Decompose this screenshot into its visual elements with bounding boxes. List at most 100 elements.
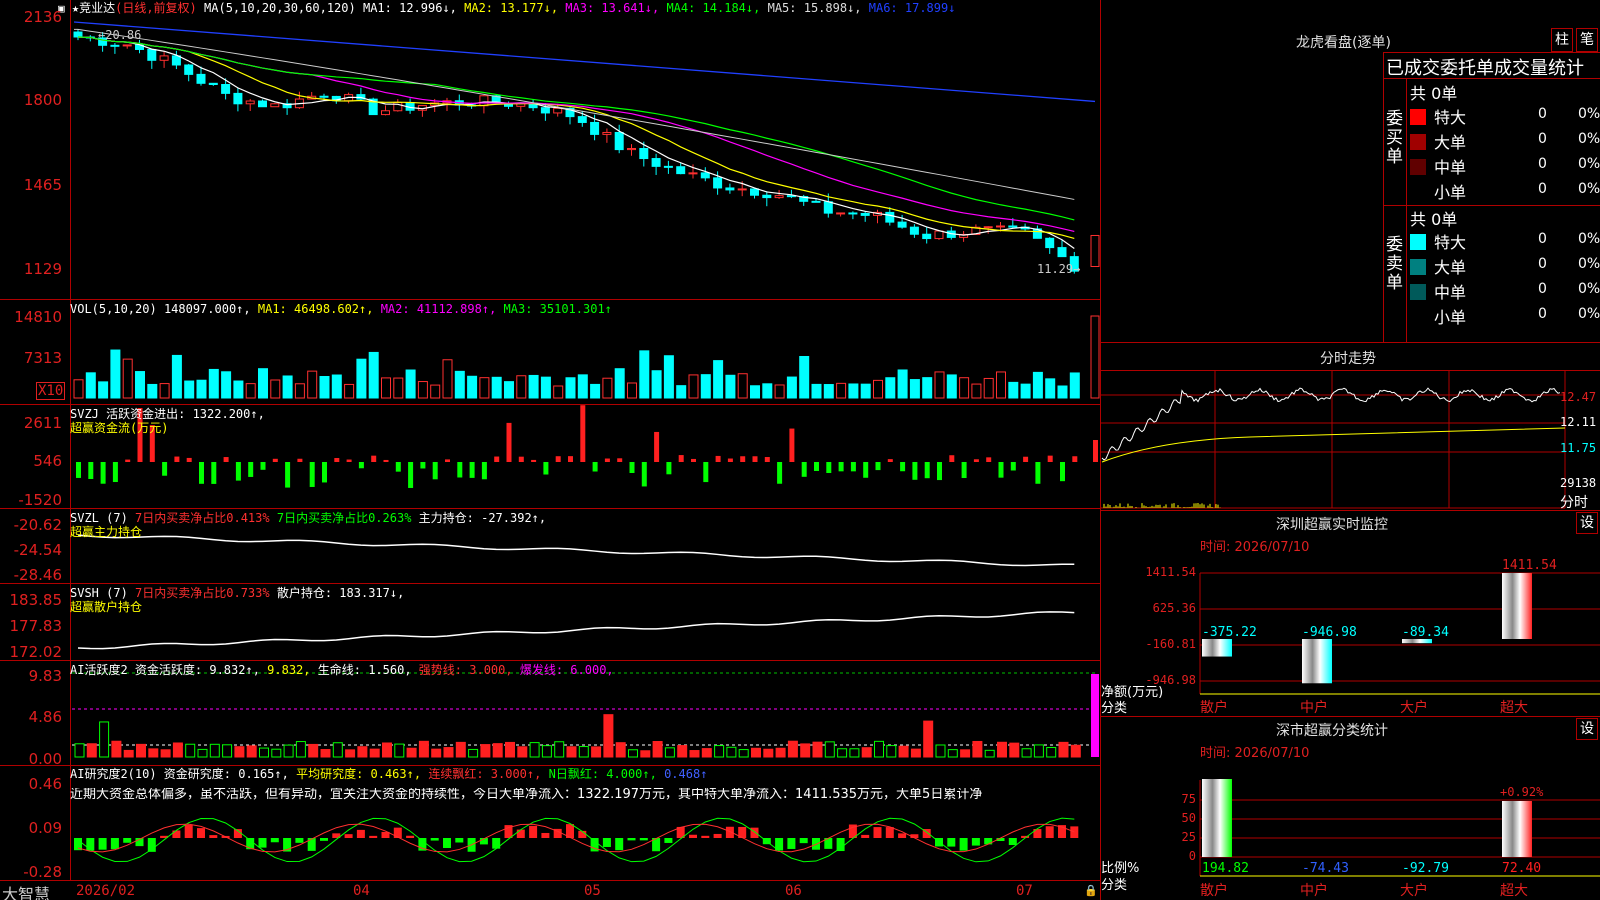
lock-icon[interactable]: 🔒 xyxy=(1084,884,1098,897)
svsh-tick: 183.85 xyxy=(9,591,63,609)
buy-row-count: 0 xyxy=(1538,131,1547,147)
app-logo-text[interactable]: 大智慧 xyxy=(2,881,50,900)
period-label[interactable]: (日线,前复权) xyxy=(115,1,197,15)
svzj-bar xyxy=(961,462,967,479)
vol-bar xyxy=(417,381,428,399)
low-marker: 11.29→ xyxy=(1037,262,1081,276)
ai2-bar xyxy=(984,838,993,845)
candle-body xyxy=(479,95,489,107)
vol-bar xyxy=(516,375,527,399)
candle-body xyxy=(553,107,563,114)
vol-bar xyxy=(811,383,822,399)
ai1-bar xyxy=(160,749,171,758)
vol-bar xyxy=(331,374,342,399)
ai1-bar xyxy=(259,747,269,758)
svzj-bar xyxy=(568,456,573,462)
sz-category: 大户 xyxy=(1400,700,1428,716)
price-tick: 1465 xyxy=(23,176,62,194)
svzj-bar xyxy=(125,459,131,462)
date-tick: 05 xyxy=(584,883,601,899)
svsh-header: SVSH (7) 7日内买卖净占比0.733% 散户持仓: 183.317↓, xyxy=(70,586,405,600)
svzj-subtitle: 超赢资金流(万元) xyxy=(70,421,169,435)
svzl-subtitle: 超赢主力持仓 xyxy=(70,525,143,539)
vol-bar xyxy=(159,383,170,399)
divider xyxy=(1383,52,1384,342)
svzl-tick: -20.62 xyxy=(13,516,62,534)
ai1-bar xyxy=(345,749,356,758)
vol-bar xyxy=(307,370,318,399)
buy-swatch xyxy=(1410,109,1426,125)
bar-mode-button[interactable]: 柱 xyxy=(1551,28,1573,52)
vol-bar xyxy=(270,379,281,399)
ai1-bar xyxy=(480,744,491,758)
ai1-bar xyxy=(320,749,331,758)
svzj-bar xyxy=(199,462,204,484)
candle-body xyxy=(922,233,932,240)
ai1-bar xyxy=(800,743,811,758)
vol-bar xyxy=(196,379,207,399)
candle-body xyxy=(184,64,194,75)
ss-bar xyxy=(1502,801,1532,857)
ai2-bar xyxy=(270,838,279,843)
ai1-bar xyxy=(172,742,183,758)
svzj-bar xyxy=(1072,456,1078,462)
buy-row-pct: 0% xyxy=(1578,156,1600,172)
ss-date: 时间: 2026/07/10 xyxy=(1200,746,1310,761)
svzj-bar xyxy=(641,462,647,487)
candle-body xyxy=(725,187,735,191)
vol-bar xyxy=(356,358,367,399)
sz-bar xyxy=(1502,573,1532,639)
sell-total: 共 0单 xyxy=(1410,210,1458,229)
sell-row-pct: 0% xyxy=(1578,306,1600,322)
ai1-bar xyxy=(529,742,540,758)
ss-settings-button[interactable]: 设 xyxy=(1576,718,1598,740)
ai2-bar xyxy=(1008,838,1017,846)
ai2-bar xyxy=(184,824,193,838)
sz-monitor-title: 深圳超赢实时监控 xyxy=(1276,517,1388,533)
date-tick: 06 xyxy=(785,883,802,899)
ai1-bar xyxy=(701,748,712,758)
candle-body xyxy=(171,55,181,66)
tick-mode-button[interactable]: 笔 xyxy=(1576,28,1598,52)
vol-bar xyxy=(454,370,465,399)
intraday-tick: 11.75 xyxy=(1560,441,1597,455)
svzj-bar xyxy=(875,462,881,471)
ai2-bar xyxy=(516,829,525,838)
sz-category: 超大 xyxy=(1500,700,1528,716)
ai1-bar xyxy=(664,747,675,758)
ss-tick: 75 xyxy=(1181,792,1196,806)
vol-bar xyxy=(528,374,539,399)
ss-category: 中户 xyxy=(1300,883,1328,899)
vol-bar xyxy=(737,373,748,399)
svzj-bar xyxy=(186,457,192,462)
svzj-bar xyxy=(580,405,586,462)
svzj-bar xyxy=(654,431,660,462)
svzj-bar xyxy=(383,459,389,462)
vol-bar xyxy=(1008,381,1019,399)
ai1-bar xyxy=(787,740,798,758)
ai1-bar xyxy=(394,743,405,758)
vol-bar xyxy=(676,385,687,399)
ai1-bar xyxy=(726,746,737,758)
svzj-bar xyxy=(691,458,696,462)
sz-date: 时间: 2026/07/10 xyxy=(1200,540,1310,555)
sz-settings-button[interactable]: 设 xyxy=(1576,512,1598,534)
ai1-bar xyxy=(74,743,85,758)
ai1-bar xyxy=(246,745,257,758)
vol-unit-badge[interactable]: X10 xyxy=(36,382,66,400)
intraday-unit: 分时 xyxy=(1560,495,1588,511)
sell-row-label: 中单 xyxy=(1434,283,1467,302)
divider xyxy=(1406,78,1407,342)
kline-chart[interactable]: -375.22 -946.98 -89.34 1411.54 194.82 -74.43 -… xyxy=(0,0,1600,900)
vol-bar xyxy=(577,374,588,399)
vol-bar xyxy=(294,383,305,399)
vol-bar xyxy=(823,384,834,399)
svzj-bar xyxy=(863,462,869,478)
intraday-tick: 12.47 xyxy=(1560,390,1597,404)
vol-bar xyxy=(245,383,256,399)
svzj-bar xyxy=(727,458,733,462)
ma1-line xyxy=(77,36,1075,250)
candle-body xyxy=(860,212,870,216)
ai1-bar xyxy=(615,742,626,758)
ai2-bar xyxy=(861,834,870,838)
